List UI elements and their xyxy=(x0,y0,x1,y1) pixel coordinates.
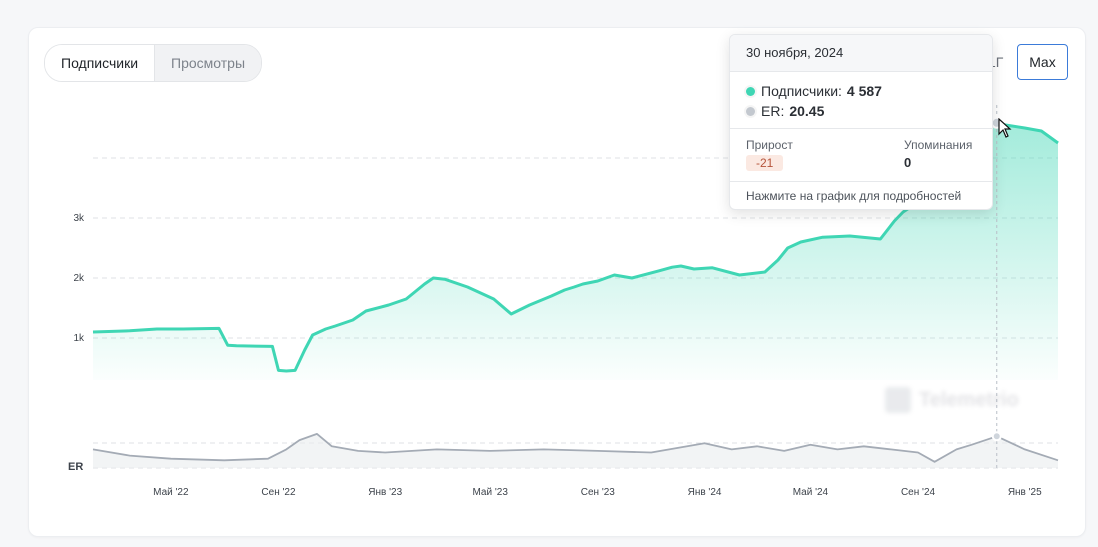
tooltip-er-row: ER: 20.45 xyxy=(746,103,824,119)
tooltip-mentions-value: 0 xyxy=(904,155,912,170)
watermark-text: Telemetrio xyxy=(919,388,1019,411)
tooltip-date: 30 ноября, 2024 xyxy=(730,35,992,72)
x-tick-label: Янв '25 xyxy=(1008,487,1042,498)
y-tick-label: 1k xyxy=(73,333,85,344)
tooltip-growth-label: Прирост xyxy=(746,138,793,152)
x-tick-label: Май '24 xyxy=(793,487,829,498)
subscribers-dot-icon xyxy=(746,86,755,96)
hover-marker-er xyxy=(991,431,1002,442)
watermark-logo-icon xyxy=(885,387,911,413)
x-tick-label: Май '23 xyxy=(472,487,508,498)
tooltip-footer-hint: Нажмите на график для подробностей xyxy=(730,181,992,209)
x-tick-label: Сен '23 xyxy=(581,487,616,498)
y-tick-label: 2k xyxy=(73,273,85,284)
tooltip-er-label: ER: xyxy=(761,103,785,119)
tooltip-subscribers-row: Подписчики: 4 587 xyxy=(746,83,882,99)
x-tick-label: Май '22 xyxy=(153,487,189,498)
x-tick-label: Сен '22 xyxy=(261,487,296,498)
x-tick-label: Янв '24 xyxy=(688,487,722,498)
x-tick-label: Сен '24 xyxy=(901,487,936,498)
tooltip-growth-value: -21 xyxy=(746,155,784,171)
er-dot-icon xyxy=(746,106,755,116)
y-tick-label: 3k xyxy=(73,213,85,224)
tooltip-er-value: 20.45 xyxy=(789,103,825,119)
mouse-cursor-icon xyxy=(998,118,1012,138)
x-tick-label: Янв '23 xyxy=(368,487,402,498)
er-axis-label: ER xyxy=(68,461,83,473)
tooltip-subscribers-value: 4 587 xyxy=(846,83,882,99)
watermark: Telemetrio xyxy=(885,382,1050,418)
tooltip-subscribers-label: Подписчики: xyxy=(761,83,842,99)
tooltip-mentions-label: Упоминания xyxy=(904,138,973,152)
chart-tooltip: 30 ноября, 2024 Подписчики: 4 587 ER: 20… xyxy=(729,34,993,210)
tooltip-divider xyxy=(730,128,992,129)
